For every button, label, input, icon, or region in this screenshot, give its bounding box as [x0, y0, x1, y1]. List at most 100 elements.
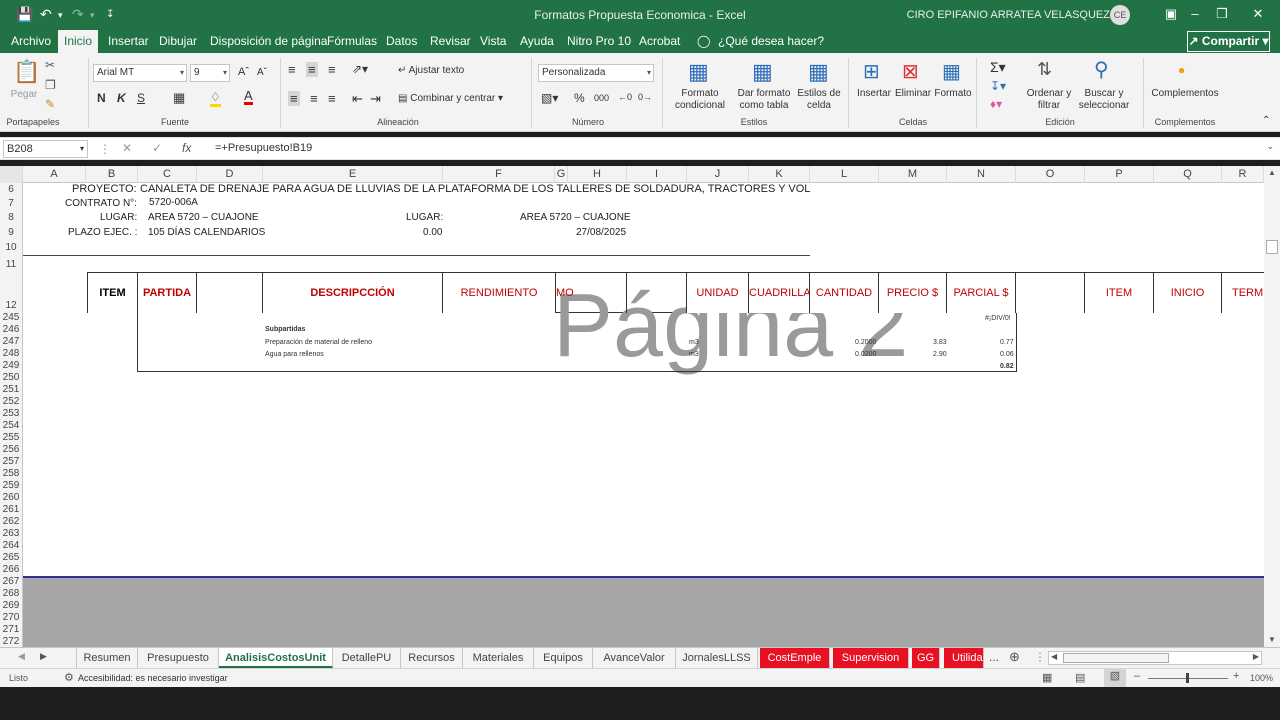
avatar[interactable]: CE: [1110, 5, 1130, 25]
row-header[interactable]: 255: [0, 432, 22, 443]
tab-disposicion[interactable]: Disposición de página: [208, 30, 329, 53]
orientation-icon[interactable]: ⇗▾: [352, 62, 368, 76]
next-sheet-icon[interactable]: ▶: [40, 651, 47, 662]
row-header[interactable]: 6: [0, 184, 22, 195]
col-header-d[interactable]: D: [197, 166, 263, 183]
user-name[interactable]: CIRO EPIFANIO ARRATEA VELASQUEZ: [907, 9, 1110, 21]
row-header[interactable]: 270: [0, 612, 22, 623]
tab-acrobat[interactable]: Acrobat: [637, 30, 682, 53]
row-header[interactable]: 252: [0, 396, 22, 407]
row-header[interactable]: 10: [0, 242, 22, 253]
zoom-in-icon[interactable]: +: [1233, 670, 1239, 682]
tab-dibujar[interactable]: Dibujar: [157, 30, 199, 53]
row-header[interactable]: 263: [0, 528, 22, 539]
row-header[interactable]: 261: [0, 504, 22, 515]
insert-function-icon[interactable]: fx: [182, 141, 191, 155]
formula-input[interactable]: =+Presupuesto!B19: [215, 142, 312, 154]
find-select-button[interactable]: Buscar y seleccionar: [1072, 88, 1136, 112]
tab-revisar[interactable]: Revisar: [428, 30, 473, 53]
font-size-select[interactable]: 9 ▾: [190, 64, 230, 82]
row-header[interactable]: 248: [0, 348, 22, 359]
sheet-tab-detallepu[interactable]: DetallePU: [333, 648, 401, 668]
row-header[interactable]: 272: [0, 636, 22, 647]
col-header-f[interactable]: F: [443, 166, 555, 183]
col-header-q[interactable]: Q: [1154, 166, 1222, 183]
row-header[interactable]: 260: [0, 492, 22, 503]
underline-icon[interactable]: S: [137, 91, 145, 105]
col-header-c[interactable]: C: [138, 166, 197, 183]
row-header[interactable]: 262: [0, 516, 22, 527]
sheet-tab-jornales[interactable]: JornalesLLSS: [676, 648, 758, 668]
row-header[interactable]: 253: [0, 408, 22, 419]
indent-increase-icon[interactable]: ⇥: [370, 91, 381, 107]
prev-sheet-icon[interactable]: ◀: [18, 651, 25, 662]
zoom-level[interactable]: 100%: [1250, 673, 1273, 683]
row-header[interactable]: 7: [0, 198, 22, 209]
scroll-left-icon[interactable]: ◀: [1051, 652, 1057, 661]
col-header-g[interactable]: G: [555, 166, 568, 183]
cell-styles-button[interactable]: Estilos de celda: [796, 88, 842, 112]
sheet-tab-analisis[interactable]: AnalisisCostosUnit: [219, 648, 333, 668]
sheet-tab-gg[interactable]: GG: [912, 648, 940, 668]
share-button[interactable]: ↗ Compartir ▾: [1187, 31, 1270, 52]
indent-decrease-icon[interactable]: ⇤: [352, 91, 363, 107]
sheet-tab-avancevalor[interactable]: AvanceValor: [593, 648, 676, 668]
horizontal-scrollbar[interactable]: ◀ ▶: [1048, 651, 1262, 665]
scroll-up-icon[interactable]: ▲: [1268, 168, 1276, 177]
ribbon-display-options-icon[interactable]: ▣: [1160, 4, 1182, 24]
vertical-scrollbar[interactable]: ▲ ▼: [1264, 166, 1280, 647]
borders-icon[interactable]: ▦: [173, 90, 185, 106]
scroll-thumb[interactable]: [1266, 240, 1278, 254]
fill-color-icon[interactable]: ♢: [210, 90, 221, 107]
tab-nitro[interactable]: Nitro Pro 10: [565, 30, 633, 53]
bold-icon[interactable]: N: [97, 91, 106, 105]
row-header[interactable]: 266: [0, 564, 22, 575]
name-box[interactable]: B208 ▾: [3, 140, 88, 158]
row-header[interactable]: 251: [0, 384, 22, 395]
col-header-r[interactable]: R: [1222, 166, 1264, 183]
tab-formulas[interactable]: Fórmulas: [325, 30, 379, 53]
col-header-m[interactable]: M: [879, 166, 947, 183]
row-header[interactable]: 259: [0, 480, 22, 491]
cancel-icon[interactable]: ✕: [122, 141, 132, 155]
page-break-view-icon[interactable]: ▧: [1104, 669, 1126, 687]
italic-icon[interactable]: K: [117, 91, 126, 105]
format-cells-button[interactable]: Formato: [933, 88, 973, 100]
row-header[interactable]: 254: [0, 420, 22, 431]
addins-button[interactable]: Complementos: [1148, 88, 1222, 100]
sheet-tab-supervision[interactable]: Supervision: [833, 648, 909, 668]
row-header[interactable]: 247: [0, 336, 22, 347]
scroll-down-icon[interactable]: ▼: [1268, 635, 1276, 644]
close-button[interactable]: ✕: [1247, 4, 1269, 24]
hscroll-thumb[interactable]: [1063, 653, 1169, 663]
col-header-i[interactable]: I: [627, 166, 687, 183]
sheet-tab-resumen[interactable]: Resumen: [76, 648, 138, 668]
row-header[interactable]: 245: [0, 312, 22, 323]
tab-archivo[interactable]: Archivo: [9, 30, 53, 53]
scroll-right-icon[interactable]: ▶: [1253, 652, 1259, 661]
sheet-tab-costemple[interactable]: CostEmple: [760, 648, 830, 668]
row-header[interactable]: 11: [0, 259, 22, 270]
row-header[interactable]: 265: [0, 552, 22, 563]
copy-icon[interactable]: ❐: [45, 78, 56, 92]
row-header[interactable]: 256: [0, 444, 22, 455]
align-right-icon[interactable]: ≡: [328, 91, 336, 106]
select-all-corner[interactable]: [0, 166, 23, 183]
increase-decimal-icon[interactable]: ←0: [618, 92, 632, 102]
row-header[interactable]: 271: [0, 624, 22, 635]
sheet-tab-utilidad[interactable]: Utilida: [944, 648, 984, 668]
row-header[interactable]: 269: [0, 600, 22, 611]
tab-ayuda[interactable]: Ayuda: [518, 30, 556, 53]
row-header[interactable]: 268: [0, 588, 22, 599]
col-header-k[interactable]: K: [749, 166, 810, 183]
cut-icon[interactable]: ✂: [45, 58, 55, 72]
row-header[interactable]: 8: [0, 212, 22, 223]
splitter-icon[interactable]: ⋮: [1034, 650, 1046, 664]
col-header-h[interactable]: H: [568, 166, 627, 183]
zoom-out-icon[interactable]: –: [1134, 670, 1140, 682]
tab-vista[interactable]: Vista: [478, 30, 508, 53]
insert-cells-button[interactable]: Insertar: [855, 88, 893, 100]
accounting-format-icon[interactable]: ▧▾: [541, 91, 558, 105]
conditional-format-button[interactable]: Formato condicional: [664, 88, 736, 112]
sheet-tab-recursos[interactable]: Recursos: [401, 648, 463, 668]
